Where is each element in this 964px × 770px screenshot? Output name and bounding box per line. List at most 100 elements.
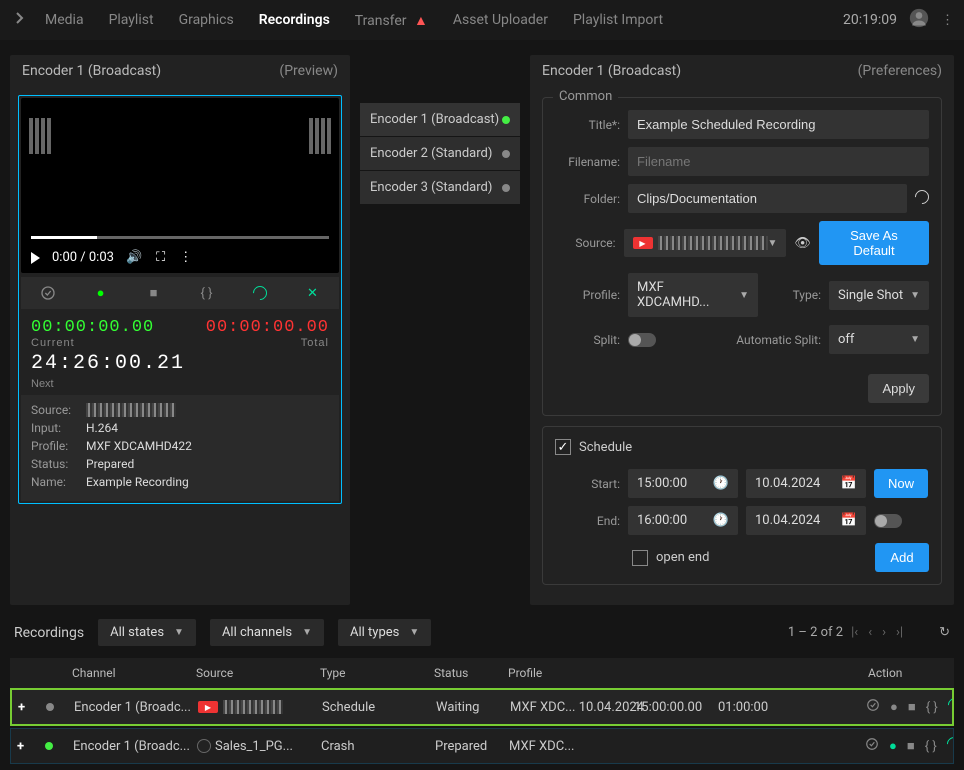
start-time-input[interactable]: 15:00:00🕐 (628, 469, 738, 498)
refresh-icon[interactable]: ↻ (939, 625, 950, 640)
cell-type: Schedule (322, 700, 432, 715)
split-toggle[interactable] (628, 333, 656, 347)
cell-status: Prepared (435, 739, 505, 754)
braces-icon[interactable]: { } (926, 700, 938, 715)
source-dropdown[interactable]: ▶▼ (624, 229, 787, 257)
restart-icon[interactable] (233, 277, 286, 309)
tc-in: 00:00:00.00 (31, 318, 154, 337)
preview-sub: (Preview) (279, 63, 338, 79)
folder-label: Folder: (555, 192, 620, 206)
tc-out-label: Total (301, 337, 329, 349)
add-button[interactable]: Add (875, 543, 929, 572)
tab-playlist[interactable]: Playlist (109, 4, 154, 37)
encoder-item-1[interactable]: Encoder 1 (Broadcast) (360, 103, 520, 136)
cell-start: 15:00:00.00 (634, 700, 714, 715)
status-dot-icon (45, 742, 53, 750)
expand-icon[interactable]: + (18, 700, 42, 715)
encoder-item-3[interactable]: Encoder 3 (Standard) (360, 171, 520, 204)
pager-next-icon[interactable]: › (880, 623, 888, 642)
tab-recordings[interactable]: Recordings (259, 4, 330, 37)
record-icon[interactable]: ● (889, 738, 897, 754)
check-icon[interactable] (21, 277, 74, 309)
pager-prev-icon[interactable]: ‹ (866, 623, 874, 642)
menu-dots-icon[interactable]: ⋮ (941, 13, 954, 28)
stop-icon[interactable]: ■ (908, 699, 916, 715)
filter-types[interactable]: All types▼ (338, 619, 431, 646)
tab-media[interactable]: Media (45, 4, 84, 37)
tab-playlist-import[interactable]: Playlist Import (573, 4, 663, 37)
tc-next-label: Next (31, 378, 329, 390)
pager-first-icon[interactable]: |‹ (849, 623, 860, 642)
preview-panel: Encoder 1 (Broadcast) (Preview) 0:00 / 0… (10, 55, 350, 605)
cell-source: Sales_1_PG... (197, 739, 317, 754)
eye-icon[interactable]: 👁 (794, 236, 811, 251)
profile-dropdown[interactable]: MXF XDCAMHD...▼ (628, 273, 758, 317)
now-button[interactable]: Now (874, 469, 928, 498)
apply-button[interactable]: Apply (868, 374, 929, 403)
recordings-title: Recordings (14, 625, 84, 641)
openend-checkbox[interactable] (632, 550, 648, 566)
video-menu-icon[interactable]: ⋮ (179, 250, 192, 265)
braces-icon[interactable]: { } (925, 739, 937, 754)
restart-icon[interactable] (947, 737, 954, 755)
status-dot-icon (502, 184, 510, 192)
table-row[interactable]: + Encoder 1 (Broadc... ▶ Schedule Waitin… (10, 688, 954, 726)
end-toggle[interactable] (874, 514, 902, 528)
filter-channels[interactable]: All channels▼ (210, 619, 324, 646)
record-icon[interactable]: ● (890, 699, 898, 715)
start-date-input[interactable]: 10.04.2024📅 (746, 469, 866, 498)
video-player[interactable]: 0:00 / 0:03 🔊 ⛶ ⋮ (21, 98, 339, 273)
expand-icon[interactable]: + (17, 739, 41, 754)
info-status-label: Status: (31, 457, 86, 471)
info-status-value: Prepared (86, 457, 134, 471)
end-time-input[interactable]: 16:00:00🕐 (628, 506, 738, 535)
info-profile-label: Profile: (31, 439, 86, 453)
braces-icon[interactable]: { } (180, 277, 233, 309)
video-progress[interactable] (31, 236, 329, 239)
play-icon[interactable] (31, 252, 40, 264)
preview-title: Encoder 1 (Broadcast) (22, 63, 161, 79)
tab-asset-uploader[interactable]: Asset Uploader (453, 4, 548, 37)
col-status: Status (434, 666, 504, 680)
cell-source: ▶ (198, 700, 318, 714)
close-icon[interactable]: ✕ (286, 277, 339, 309)
clock-icon: 🕐 (713, 513, 729, 528)
stop-icon[interactable]: ■ (907, 738, 915, 754)
source-label: Source: (555, 236, 616, 250)
folder-input[interactable] (628, 184, 907, 213)
nav-toggle-icon[interactable] (10, 8, 30, 32)
restart-icon[interactable] (948, 698, 954, 716)
type-dropdown[interactable]: Single Shot▼ (829, 281, 929, 310)
tab-transfer[interactable]: Transfer ▲ (355, 4, 428, 37)
check-icon[interactable] (865, 737, 879, 755)
schedule-checkbox[interactable] (555, 439, 571, 455)
user-icon[interactable] (909, 8, 929, 32)
save-default-button[interactable]: Save As Default (819, 221, 929, 265)
alert-icon: ▲ (414, 13, 428, 29)
info-input-value: H.264 (86, 421, 118, 435)
filter-states[interactable]: All states▼ (98, 619, 196, 646)
cell-channel: Encoder 1 (Broadc... (73, 739, 193, 754)
cell-status: Waiting (436, 700, 506, 715)
info-source-label: Source: (31, 403, 86, 417)
preferences-panel: Encoder 1 (Broadcast) (Preferences) Comm… (530, 55, 954, 605)
autosplit-dropdown[interactable]: off▼ (829, 325, 929, 354)
end-date-input[interactable]: 10.04.2024📅 (746, 506, 866, 535)
pager-last-icon[interactable]: ›| (894, 623, 905, 642)
title-input[interactable] (628, 110, 929, 139)
volume-icon[interactable]: 🔊 (126, 250, 142, 265)
openend-label: open end (656, 550, 709, 565)
fullscreen-icon[interactable]: ⛶ (156, 250, 165, 265)
filename-input[interactable] (628, 147, 929, 176)
restore-icon[interactable] (915, 190, 929, 208)
tab-graphics[interactable]: Graphics (179, 4, 234, 37)
profile-label: Profile: (555, 288, 620, 302)
check-icon[interactable] (866, 698, 880, 716)
col-action: Action (864, 666, 948, 680)
encoder-item-2[interactable]: Encoder 2 (Standard) (360, 137, 520, 170)
info-name-label: Name: (31, 475, 86, 489)
record-icon[interactable]: ● (74, 277, 127, 309)
stop-icon[interactable]: ■ (127, 277, 180, 309)
col-source: Source (196, 666, 316, 680)
table-row[interactable]: + Encoder 1 (Broadc... Sales_1_PG... Cra… (10, 728, 954, 764)
